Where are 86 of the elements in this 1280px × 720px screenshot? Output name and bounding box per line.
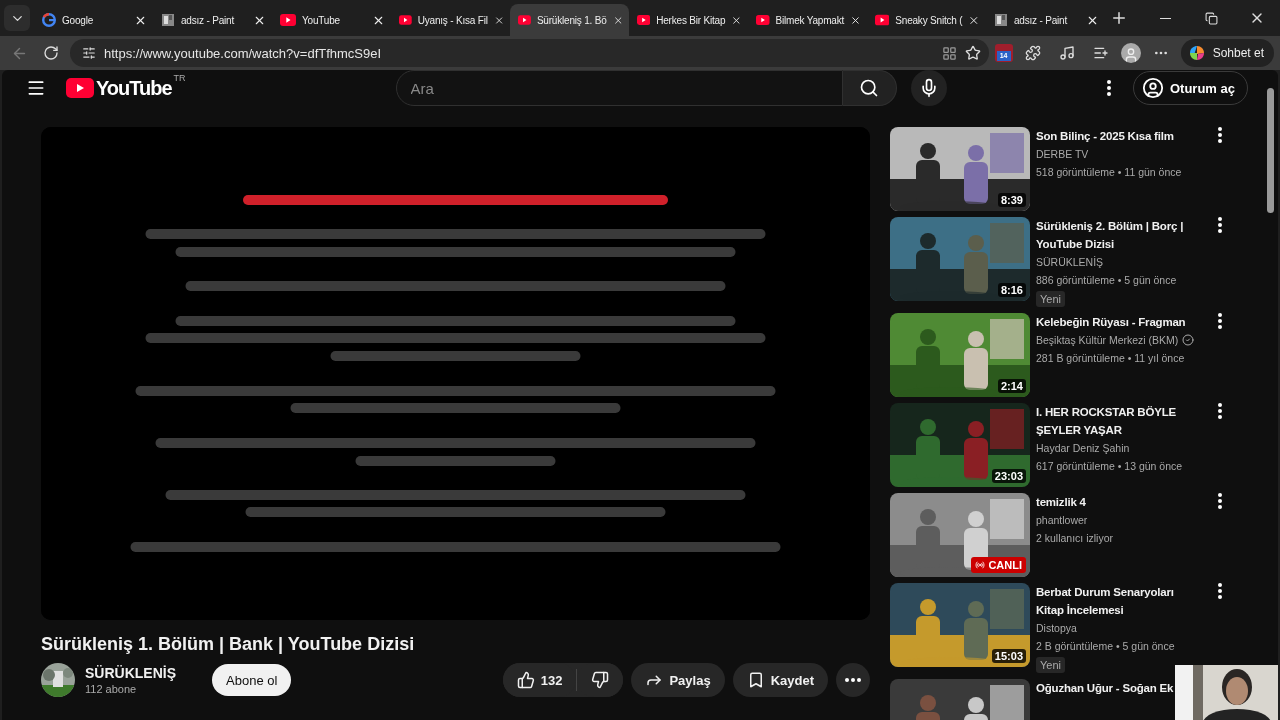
video-title[interactable]: Oğuzhan Uğur - Soğan Ek: [1036, 679, 1174, 697]
user-circle-icon: [1142, 77, 1164, 99]
browser-tab[interactable]: Sneaky Snitch (: [867, 4, 986, 36]
channel-name[interactable]: Distopya: [1036, 619, 1077, 637]
channel-name[interactable]: SÜRÜKLENİŞ: [85, 665, 176, 681]
subscriber-count: 112 abone: [85, 683, 138, 695]
vertical-dots-icon: [1218, 493, 1222, 509]
video-title[interactable]: I. HER ROCKSTAR BÖYLE ŞEYLER YAŞAR: [1036, 403, 1204, 439]
menu-icon: [26, 78, 46, 98]
vertical-dots-icon: [1218, 583, 1222, 599]
site-info-icon[interactable]: [82, 46, 96, 60]
new-badge: Yeni: [1036, 291, 1065, 307]
vertical-dots-icon: [1218, 313, 1222, 329]
browser-tab[interactable]: adsız - Paint: [986, 4, 1105, 36]
duration-label: 8:39: [997, 193, 1026, 207]
video-stats: 518 görüntüleme • 11 gün önce: [1036, 165, 1182, 180]
browser-tab[interactable]: adsız - Paint: [153, 4, 272, 36]
tab-list-button[interactable]: [4, 5, 30, 31]
browser-tab[interactable]: Google: [34, 4, 153, 36]
channel-name[interactable]: Haydar Deniz Şahin: [1036, 439, 1130, 457]
share-button[interactable]: Paylaş: [631, 663, 725, 697]
duration-label: 8:16: [997, 283, 1026, 297]
browser-tab[interactable]: Herkes Bir Kitap: [629, 4, 748, 36]
plus-icon: [1110, 9, 1128, 27]
duration-label: 23:03: [991, 469, 1026, 483]
restore-icon: [1204, 11, 1218, 25]
vertical-dots-icon: [1107, 80, 1111, 96]
new-badge: Yeni: [1036, 657, 1065, 673]
youtube-icon: [875, 14, 890, 26]
youtube-icon: [637, 14, 651, 26]
thumbs-down-icon: [591, 671, 610, 689]
vertical-dots-icon: [1218, 217, 1222, 233]
more-actions-button[interactable]: [836, 663, 870, 697]
apps-icon[interactable]: [941, 45, 957, 61]
subscribe-button[interactable]: Abone ol: [212, 664, 292, 696]
search-icon: [859, 78, 880, 98]
youtube-icon: [756, 14, 770, 26]
channel-avatar[interactable]: [41, 663, 75, 697]
browser-tab[interactable]: Uyanış - Kısa Fil: [391, 4, 510, 36]
browser-tab[interactable]: Bilmek Yapmakt: [748, 4, 867, 36]
channel-name[interactable]: Beşiktaş Kültür Merkezi (BKM): [1036, 331, 1179, 349]
list-icon: [1092, 45, 1109, 61]
youtube-icon: [280, 14, 296, 26]
video-stats: 2 B görüntüleme • 5 gün önce: [1036, 639, 1175, 654]
chat-button[interactable]: Sohbet et: [1180, 39, 1274, 67]
youtube-icon: [399, 14, 412, 26]
profile-avatar[interactable]: [1120, 43, 1141, 63]
browser-tab[interactable]: YouTube: [272, 4, 391, 36]
broadcast-icon: [975, 560, 986, 570]
video-title[interactable]: Son Bilinç - 2025 Kısa film: [1036, 127, 1174, 145]
video-stats: 886 görüntüleme • 5 gün önce: [1036, 273, 1177, 288]
video-title[interactable]: Kelebeğin Rüyası - Fragman: [1036, 313, 1186, 331]
thumbs-up-icon: [516, 671, 535, 689]
vertical-dots-icon: [1218, 403, 1222, 419]
more-icon: [845, 678, 861, 682]
scrollbar-thumb[interactable]: [1266, 88, 1274, 213]
star-icon[interactable]: [964, 45, 981, 61]
address-field[interactable]: https://www.youtube.com/watch?v=dfTfhmcS9eI: [70, 39, 989, 67]
music-note-icon: [1058, 45, 1075, 61]
voice-search-button[interactable]: [910, 70, 947, 106]
save-button[interactable]: Kaydet: [732, 663, 828, 697]
video-stats: 617 görüntüleme • 13 gün önce: [1036, 459, 1183, 474]
duration-label: 2:14: [997, 379, 1026, 393]
video-title[interactable]: Berbat Durum Senaryoları Kitap İncelemesi: [1036, 583, 1204, 619]
video-stats: 281 B görüntüleme • 11 yıl önce: [1036, 351, 1185, 366]
channel-name[interactable]: DERBE TV: [1036, 145, 1089, 163]
search-field[interactable]: Ara: [395, 70, 843, 106]
vertical-dots-icon: [1218, 127, 1222, 143]
minimize-icon: [1159, 17, 1171, 19]
reload-icon: [43, 45, 59, 61]
youtube-icon: [66, 78, 94, 98]
puzzle-icon: [1024, 45, 1041, 61]
duration-label: 15:03: [991, 649, 1026, 663]
search-button[interactable]: [842, 70, 897, 106]
youtube-icon: [518, 14, 531, 26]
paint-icon: [161, 13, 175, 27]
browser-tab[interactable]: Sürükleniş 1. Bö: [510, 4, 629, 36]
google-icon: [42, 13, 56, 27]
video-title: Sürükleniş 1. Bölüm | Bank | YouTube Dizisi: [41, 634, 416, 655]
channel-name[interactable]: SÜRÜKLENİŞ: [1036, 253, 1104, 271]
video-title[interactable]: Sürükleniş 2. Bölüm | Borç | YouTube Dizisi: [1036, 217, 1204, 253]
video-stats: 2 kullanıcı izliyor: [1036, 531, 1114, 546]
live-badge: CANLI: [971, 557, 1026, 573]
paint-icon: [994, 13, 1008, 27]
video-title[interactable]: temizlik 4: [1036, 493, 1086, 511]
channel-name[interactable]: phantlower: [1036, 511, 1088, 529]
